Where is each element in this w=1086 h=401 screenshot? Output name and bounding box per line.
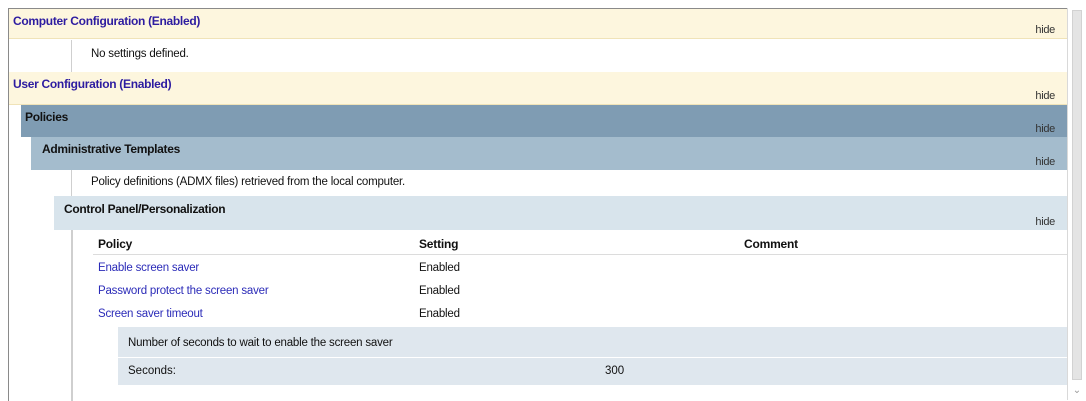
setting-password-protect: Enabled bbox=[419, 285, 460, 297]
policy-link-enable-screen-saver[interactable]: Enable screen saver bbox=[98, 262, 199, 274]
control-panel-personalization-title: Control Panel/Personalization bbox=[64, 202, 226, 216]
detail-seconds-value: 300 bbox=[605, 365, 625, 377]
user-configuration-title: User Configuration (Enabled) bbox=[13, 77, 172, 91]
screen-saver-timeout-detail: Number of seconds to wait to enable the … bbox=[118, 327, 1067, 385]
computer-configuration-title: Computer Configuration (Enabled) bbox=[13, 14, 201, 28]
policies-header[interactable]: Policies hide bbox=[21, 105, 1067, 137]
detail-seconds-label: Seconds: bbox=[128, 365, 176, 377]
policies-hide-link[interactable]: hide bbox=[1035, 123, 1055, 135]
control-panel-personalization-header[interactable]: Control Panel/Personalization hide bbox=[54, 196, 1067, 230]
computer-config-indent-line bbox=[71, 40, 72, 73]
administrative-templates-header[interactable]: Administrative Templates hide bbox=[31, 137, 1067, 170]
detail-description: Number of seconds to wait to enable the … bbox=[128, 337, 393, 349]
computer-config-note: No settings defined. bbox=[91, 48, 189, 60]
user-configuration-hide-link[interactable]: hide bbox=[1035, 90, 1055, 102]
policies-title: Policies bbox=[25, 110, 68, 124]
computer-configuration-header[interactable]: Computer Configuration (Enabled) hide bbox=[9, 9, 1067, 39]
policy-link-password-protect[interactable]: Password protect the screen saver bbox=[98, 285, 269, 297]
control-panel-personalization-hide-link[interactable]: hide bbox=[1035, 216, 1055, 228]
scroll-down-arrow-icon[interactable]: ⌄ bbox=[1071, 386, 1083, 396]
control-panel-indent-line bbox=[72, 230, 73, 401]
policy-link-screen-saver-timeout[interactable]: Screen saver timeout bbox=[98, 308, 203, 320]
column-header-policy: Policy bbox=[98, 237, 133, 251]
column-header-setting: Setting bbox=[419, 237, 459, 251]
scrollbar-thumb[interactable] bbox=[1072, 10, 1082, 380]
admin-templates-note: Policy definitions (ADMX files) retrieve… bbox=[91, 176, 406, 188]
vertical-scrollbar[interactable]: ⌄ bbox=[1067, 8, 1086, 400]
setting-enable-screen-saver: Enabled bbox=[419, 262, 460, 274]
administrative-templates-title: Administrative Templates bbox=[42, 142, 180, 156]
administrative-templates-hide-link[interactable]: hide bbox=[1035, 156, 1055, 168]
detail-separator bbox=[118, 357, 1067, 358]
computer-configuration-hide-link[interactable]: hide bbox=[1035, 24, 1055, 36]
setting-screen-saver-timeout: Enabled bbox=[419, 308, 460, 320]
user-configuration-header[interactable]: User Configuration (Enabled) hide bbox=[9, 72, 1067, 105]
table-header-separator bbox=[93, 254, 1067, 255]
column-header-comment: Comment bbox=[744, 237, 798, 251]
gpo-report-frame: Computer Configuration (Enabled) hide No… bbox=[8, 8, 1067, 401]
